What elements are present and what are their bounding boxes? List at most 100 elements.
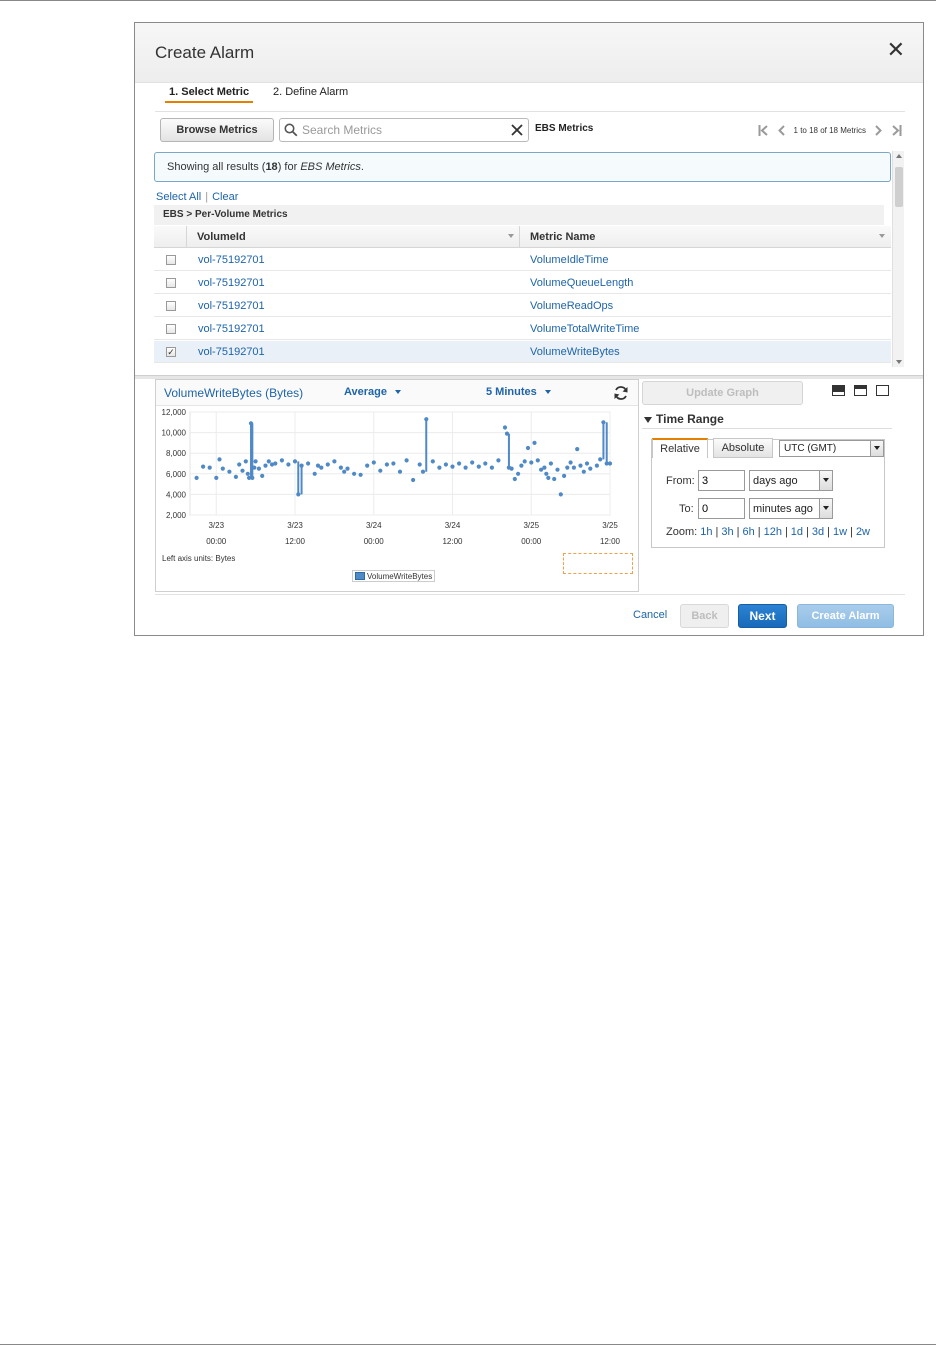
data-point — [220, 466, 225, 471]
create-alarm-dialog: Create Alarm ✕ 1. Select Metric 2. Defin… — [134, 22, 924, 636]
data-point — [253, 459, 258, 464]
data-point — [509, 466, 514, 471]
table-row[interactable]: vol-75192701 VolumeIdleTime — [154, 249, 891, 271]
current-category: EBS Metrics — [535, 123, 594, 134]
sort-metric-name-icon[interactable] — [879, 234, 885, 238]
row-checkbox[interactable] — [166, 301, 176, 311]
statistic-label: Average — [344, 386, 388, 398]
data-point — [243, 459, 248, 464]
column-header-volumeid[interactable]: VolumeId — [197, 231, 246, 243]
step-select-metric[interactable]: 1. Select Metric — [169, 86, 249, 98]
data-point — [470, 460, 475, 465]
from-unit-select[interactable]: days ago — [749, 470, 833, 491]
volume-id-link[interactable]: vol-75192701 — [198, 277, 265, 289]
data-point — [496, 458, 501, 463]
tab-relative[interactable]: Relative — [652, 438, 708, 458]
previous-page-icon[interactable] — [773, 122, 791, 138]
zoom-option-3d[interactable]: 3d — [812, 526, 824, 538]
step-define-alarm[interactable]: 2. Define Alarm — [273, 86, 348, 98]
next-button[interactable]: Next — [738, 604, 787, 628]
metric-chart[interactable]: 12,000 10,000 8,000 6,000 4,000 2,000 3/23 00:0… — [156, 407, 638, 557]
y-tick-label: 2,000 — [166, 511, 187, 520]
zoom-separator: | — [806, 526, 809, 538]
metric-name-link[interactable]: VolumeIdleTime — [530, 254, 608, 266]
table-row[interactable]: vol-75192701VolumeWriteOps — [154, 364, 891, 368]
row-checkbox[interactable] — [166, 324, 176, 334]
table-row[interactable]: vol-75192701 VolumeQueueLength — [154, 272, 891, 294]
back-button[interactable]: Back — [680, 604, 729, 628]
data-point — [325, 462, 330, 467]
row-checkbox[interactable]: ✓ — [166, 347, 176, 357]
y-tick-label: 10,000 — [162, 429, 187, 438]
metric-name-link[interactable]: VolumeReadOps — [530, 300, 613, 312]
search-input[interactable] — [300, 122, 510, 138]
first-page-icon[interactable] — [755, 122, 773, 138]
volume-id-link[interactable]: vol-75192701 — [198, 254, 265, 266]
statistic-dropdown[interactable]: Average — [344, 386, 402, 398]
x-tick-time: 12:00 — [442, 537, 463, 546]
row-checkbox[interactable] — [166, 278, 176, 288]
create-alarm-button[interactable]: Create Alarm — [797, 604, 894, 628]
to-value-input[interactable] — [698, 498, 745, 519]
clear-link[interactable]: Clear — [212, 191, 238, 203]
data-point — [594, 463, 599, 468]
volume-id-link[interactable]: vol-75192701 — [198, 346, 265, 358]
from-value-input[interactable] — [698, 470, 745, 491]
last-page-icon[interactable] — [887, 122, 905, 138]
zoom-option-1w[interactable]: 1w — [833, 526, 847, 538]
zoom-label: Zoom: — [666, 526, 698, 538]
layout-large-icon[interactable] — [832, 385, 845, 396]
data-point — [519, 463, 524, 468]
layout-medium-icon[interactable] — [854, 385, 867, 396]
results-scrollbar[interactable] — [892, 151, 904, 367]
sort-volumeid-icon[interactable] — [508, 234, 514, 238]
volume-id-link[interactable]: vol-75192701 — [198, 300, 265, 312]
data-point — [266, 459, 271, 464]
x-tick-time: 00:00 — [521, 537, 542, 546]
metric-name-link[interactable]: VolumeQueueLength — [530, 277, 633, 289]
results-info-box: Showing all results (18) for EBS Metrics… — [154, 152, 891, 182]
clear-search-icon[interactable] — [510, 123, 524, 137]
zoom-option-3h[interactable]: 3h — [721, 526, 733, 538]
timezone-select[interactable]: UTC (GMT) — [779, 440, 884, 457]
scroll-down-icon[interactable] — [896, 360, 902, 364]
data-point — [233, 474, 238, 479]
layout-small-icon[interactable] — [876, 385, 889, 396]
chart-legend[interactable]: VolumeWriteBytes — [352, 570, 436, 582]
row-checkbox[interactable] — [166, 255, 176, 265]
table-row[interactable]: vol-75192701 VolumeReadOps — [154, 295, 891, 317]
data-point — [584, 461, 590, 466]
metric-name-link[interactable]: VolumeWriteBytes — [530, 346, 620, 358]
column-header-metric-name[interactable]: Metric Name — [530, 231, 595, 243]
select-all-link[interactable]: Select All — [156, 191, 201, 203]
zoom-option-1d[interactable]: 1d — [791, 526, 803, 538]
table-row[interactable]: vol-75192701 VolumeTotalWriteTime — [154, 318, 891, 340]
zoom-option-6h[interactable]: 6h — [742, 526, 754, 538]
next-page-icon[interactable] — [869, 122, 887, 138]
metric-name-link[interactable]: VolumeTotalWriteTime — [530, 323, 639, 335]
refresh-icon[interactable] — [612, 384, 630, 402]
zoom-separator: | — [757, 526, 761, 538]
data-point — [463, 465, 468, 470]
scrollbar-thumb[interactable] — [895, 167, 903, 207]
zoom-option-12h[interactable]: 12h — [764, 526, 782, 538]
update-graph-button[interactable]: Update Graph — [642, 381, 803, 405]
data-point — [532, 440, 537, 445]
browse-metrics-button[interactable]: Browse Metrics — [160, 118, 274, 142]
data-point — [535, 458, 540, 463]
to-unit-select[interactable]: minutes ago — [749, 498, 833, 519]
chart-zoom-region[interactable] — [563, 553, 633, 574]
data-point — [256, 466, 261, 471]
cancel-button[interactable]: Cancel — [633, 609, 667, 621]
time-range-toggle[interactable]: Time Range — [644, 412, 724, 426]
volume-id-link[interactable]: vol-75192701 — [198, 323, 265, 335]
zoom-option-1h[interactable]: 1h — [700, 526, 712, 538]
tab-absolute[interactable]: Absolute — [713, 438, 773, 458]
zoom-option-2w[interactable]: 2w — [856, 526, 870, 538]
scroll-up-icon[interactable] — [896, 154, 902, 158]
table-row[interactable]: ✓ vol-75192701 VolumeWriteBytes — [154, 341, 891, 363]
close-icon[interactable]: ✕ — [887, 39, 905, 61]
data-point — [194, 475, 199, 480]
period-dropdown[interactable]: 5 Minutes — [486, 386, 551, 398]
y-tick-label: 4,000 — [166, 490, 187, 499]
